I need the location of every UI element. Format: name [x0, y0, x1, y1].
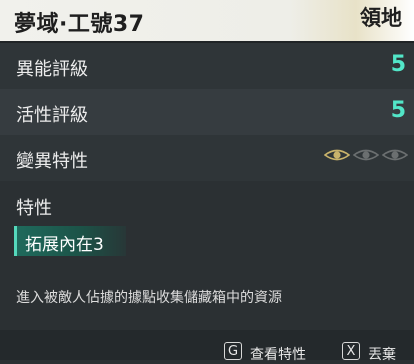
stat-value: 5	[390, 98, 406, 123]
mutation-row: 變異特性	[0, 135, 414, 181]
traits-heading: 特性	[16, 198, 52, 219]
item-header: 夢域·工號37 領地	[0, 0, 414, 41]
mutation-level-indicator	[324, 147, 408, 163]
discard-button[interactable]: 丟棄	[368, 344, 396, 364]
trait-chip[interactable]: 拓展內在3	[14, 226, 126, 256]
item-title: 夢域·工號37	[14, 12, 145, 37]
stat-row-activity-rating: 活性評級 5	[0, 89, 414, 135]
stat-label: 異能評級	[16, 59, 88, 80]
g-key-icon: G	[224, 342, 242, 360]
stat-value: 5	[390, 52, 406, 77]
stat-label: 活性評級	[16, 105, 88, 126]
stat-row-ability-rating: 異能評級 5	[0, 43, 414, 89]
territory-tag: 領地	[360, 6, 402, 30]
eye-icon	[353, 149, 379, 161]
x-key-icon: X	[342, 342, 360, 360]
view-traits-button[interactable]: 查看特性	[250, 344, 306, 364]
trait-name: 拓展內在3	[25, 235, 104, 255]
eye-icon	[324, 149, 350, 161]
mutation-label: 變異特性	[16, 151, 88, 172]
item-description: 進入被敵人佔據的據點收集儲藏箱中的資源	[16, 290, 282, 306]
eye-icon	[382, 149, 408, 161]
